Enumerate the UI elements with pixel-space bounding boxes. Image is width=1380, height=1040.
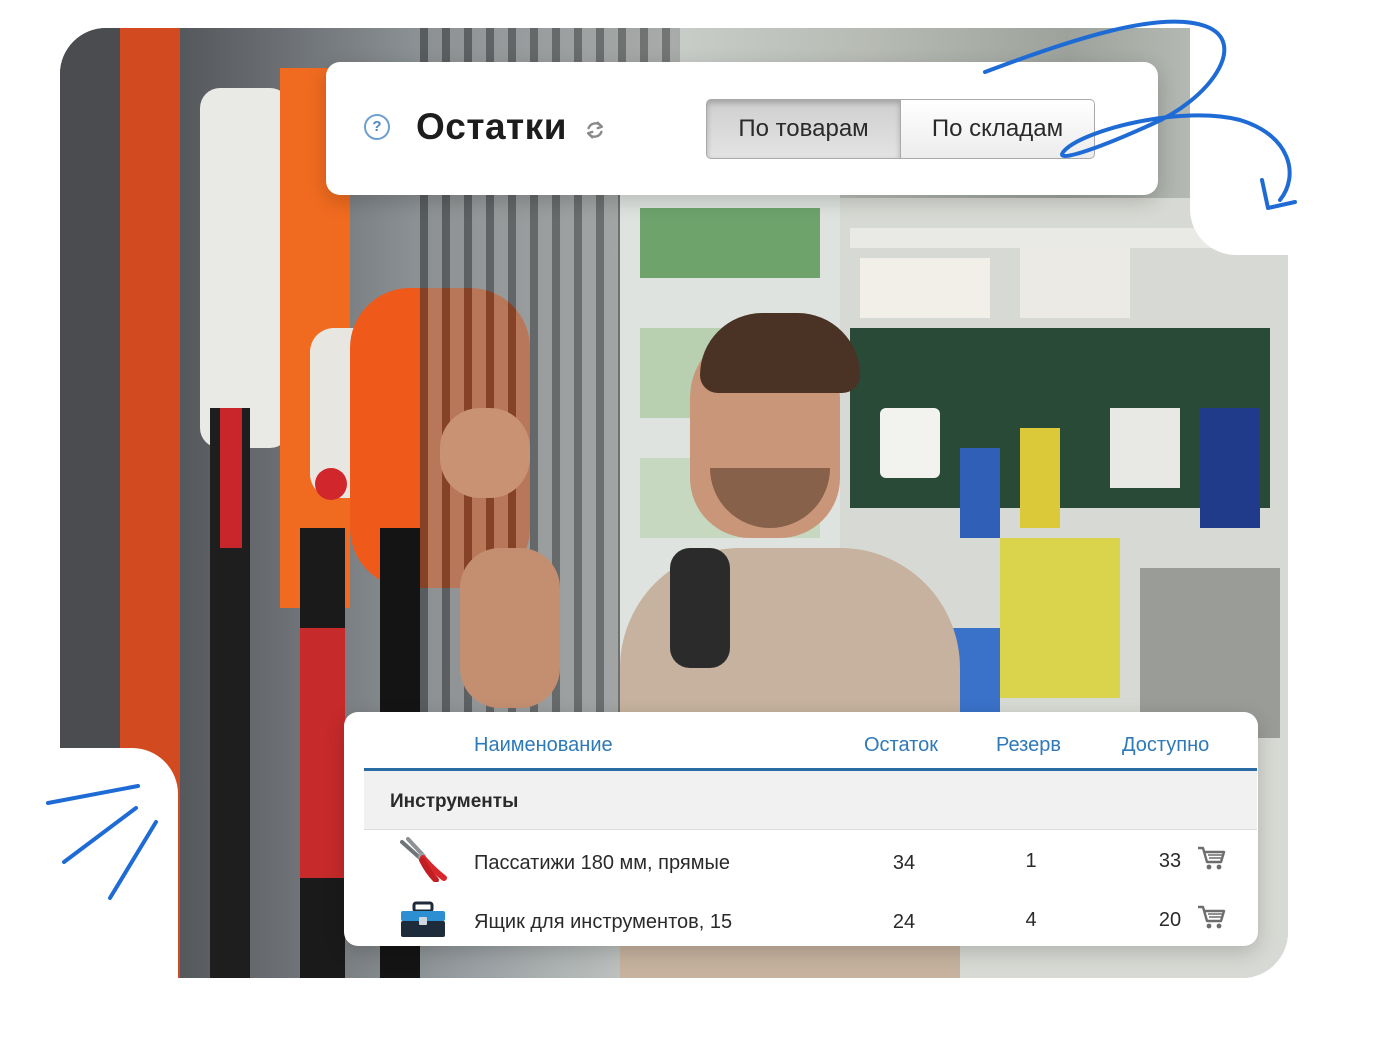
decorative-doodles xyxy=(46,19,1297,900)
